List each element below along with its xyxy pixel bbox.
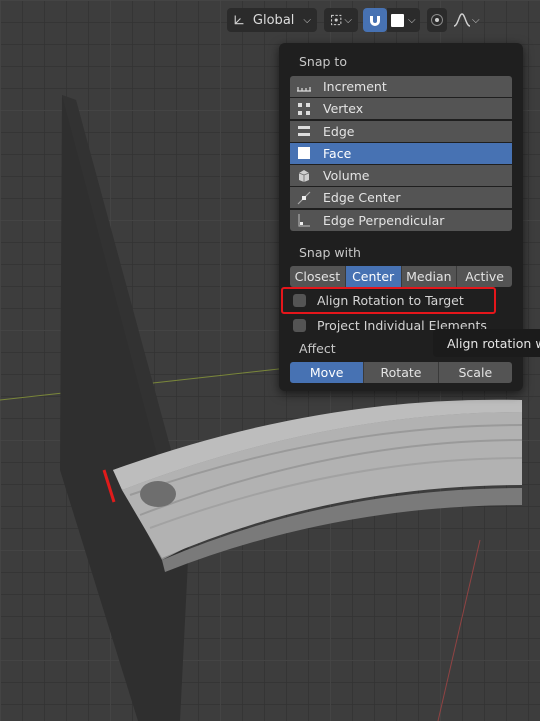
chevron-down-icon: ⌵ [408,14,416,26]
snap-to-volume[interactable]: Volume [290,165,512,187]
affect-rotate[interactable]: Rotate [364,362,439,383]
affect-scale[interactable]: Scale [438,362,512,383]
edge-perpendicular-icon [295,212,313,228]
snap-with-median[interactable]: Median [401,266,458,287]
affect-heading: Affect [299,341,336,356]
snap-to-edge-perpendicular[interactable]: Edge Perpendicular [290,209,512,231]
viewport-header: Global ⌵ ⌵ ⌵ ⌵ [0,0,540,40]
checkbox-unchecked[interactable] [293,319,306,332]
snap-with-active[interactable]: Active [457,266,512,287]
volume-icon [295,168,313,184]
snap-with-selector: Closest Center Median Active [290,266,512,287]
snap-with-closest[interactable]: Closest [290,266,346,287]
falloff-curve-icon [453,13,471,27]
pivot-point-dropdown[interactable]: ⌵ [324,8,358,32]
face-square-icon [391,13,404,27]
face-icon [295,145,313,161]
snap-to-edge[interactable]: Edge [290,120,512,142]
snap-to-edge-center[interactable]: Edge Center [290,187,512,209]
transform-orientation-dropdown[interactable]: Global ⌵ [227,8,317,32]
affect-move[interactable]: Move [290,362,365,383]
snap-target-dropdown[interactable]: ⌵ [387,8,420,32]
chevron-down-icon: ⌵ [472,14,480,26]
falloff-dropdown[interactable]: ⌵ [449,8,485,32]
increment-icon [295,79,313,95]
snap-to-face[interactable]: Face [290,142,512,164]
vertex-icon [295,101,313,117]
snap-toggle-button[interactable] [363,8,387,32]
edge-icon [295,123,313,139]
snap-to-list: Increment Vertex Edge Face Volume Edge C… [290,76,512,232]
chevron-down-icon: ⌵ [303,14,311,26]
snap-with-heading: Snap with [299,245,361,260]
chevron-down-icon: ⌵ [344,14,352,26]
edge-center-icon [295,190,313,206]
snap-to-heading: Snap to [299,54,347,69]
proportional-editing-icon [431,14,443,26]
highlight-annotation-box [281,287,496,314]
magnet-snap-icon [370,16,380,26]
snap-to-increment[interactable]: Increment [290,76,512,97]
snap-to-vertex[interactable]: Vertex [290,98,512,120]
proportional-editing-toggle[interactable] [427,8,447,32]
snap-with-center[interactable]: Center [345,266,402,287]
orientation-axes-icon [234,15,244,25]
affect-selector: Move Rotate Scale [290,362,512,383]
pivot-point-icon [331,14,342,26]
tooltip: Align rotation wi [433,329,540,357]
transform-orientation-value: Global [252,12,295,28]
